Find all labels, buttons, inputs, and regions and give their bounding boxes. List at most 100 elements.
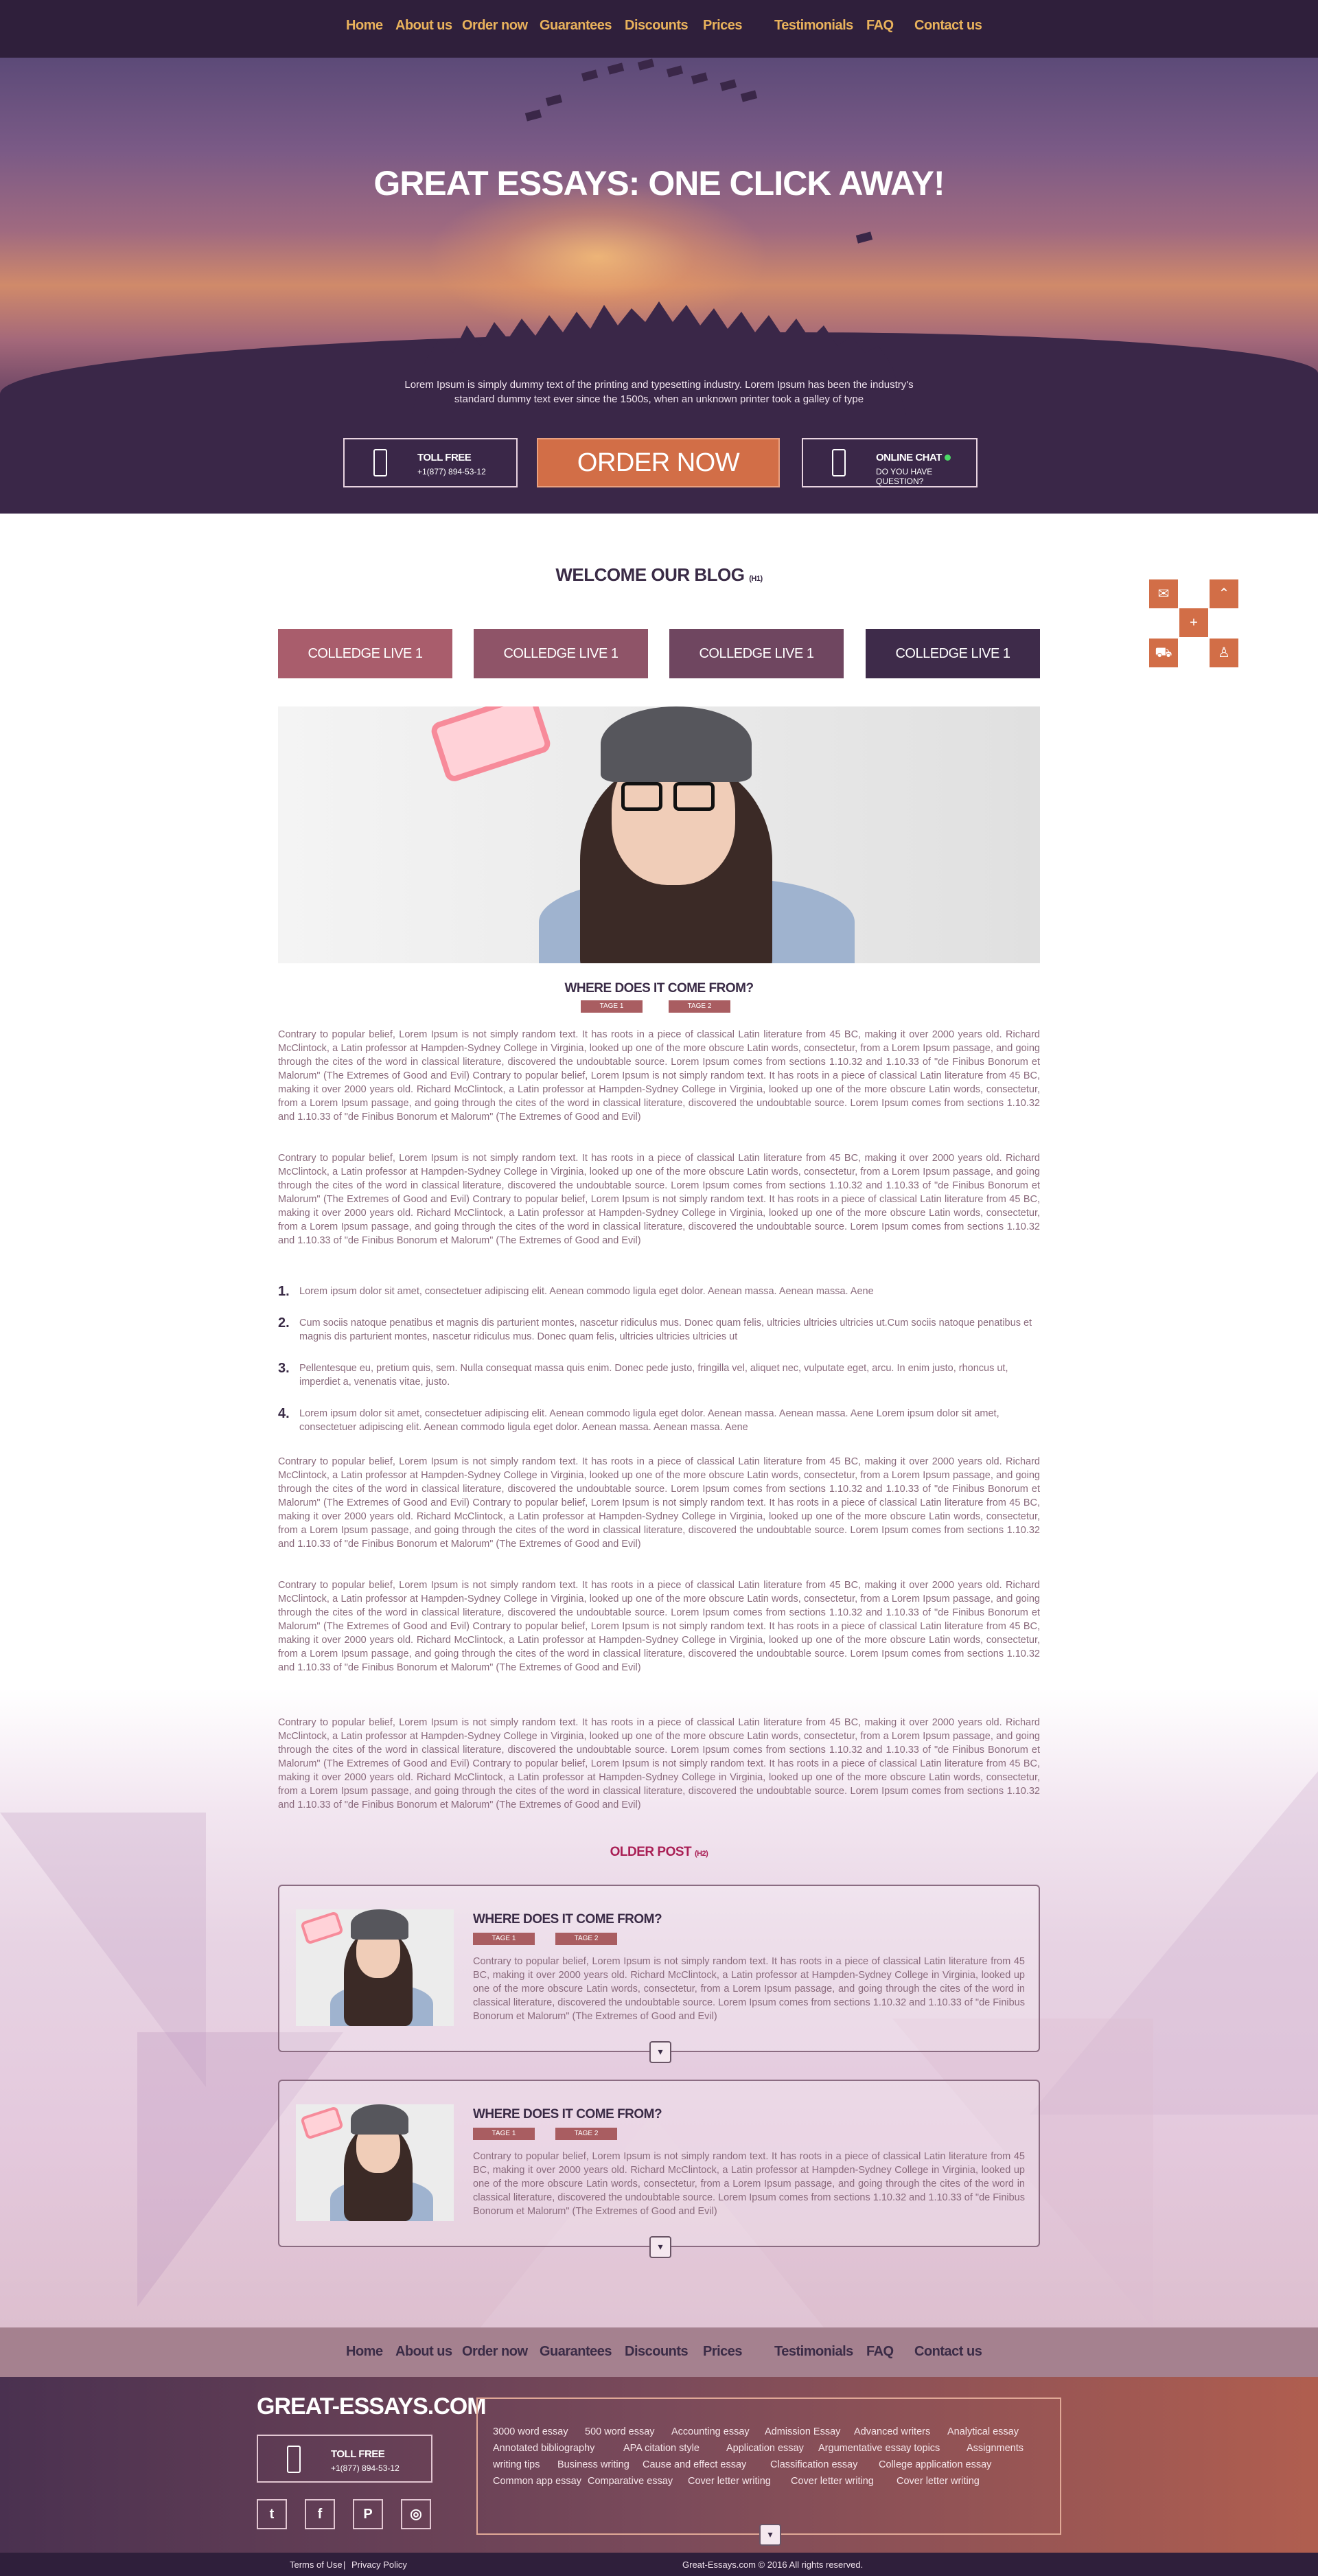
- copyright-text: Great-Essays.com © 2016 All rights reser…: [682, 2560, 864, 2570]
- order-now-button[interactable]: ORDER NOW: [537, 438, 780, 487]
- article-paragraph: Contrary to popular belief, Lorem Ipsum …: [278, 1029, 1040, 1123]
- privacy-link[interactable]: Privacy Policy: [351, 2560, 407, 2570]
- hero-lead-text: Lorem Ipsum is simply dummy text of the …: [404, 379, 914, 405]
- cap-icon: [666, 65, 684, 78]
- post-thumbnail: [296, 2104, 454, 2221]
- footer-link[interactable]: Argumentative essay topics: [818, 2443, 940, 2454]
- footer-nav-testimonials[interactable]: Testimonials: [774, 2344, 853, 2360]
- list-number: 3.: [278, 1361, 290, 1376]
- cap-icon: [740, 90, 758, 102]
- nav-faq[interactable]: FAQ: [866, 18, 894, 34]
- toll-free-number: +1(877) 894-53-12: [331, 2463, 400, 2473]
- tag-badge[interactable]: TAGE 1: [581, 1000, 643, 1013]
- footer-link[interactable]: Business writing: [557, 2459, 629, 2470]
- footer-link[interactable]: APA citation style: [623, 2443, 700, 2454]
- facebook-icon[interactable]: f: [305, 2499, 335, 2529]
- expand-chevron-icon[interactable]: ▾: [649, 2041, 671, 2063]
- footer-link[interactable]: College application essay: [879, 2459, 991, 2470]
- expand-chevron-icon[interactable]: ▾: [759, 2524, 781, 2546]
- online-chat-label: ONLINE CHAT: [876, 452, 951, 463]
- thumb-beanie: [351, 1909, 408, 1940]
- article-paragraph: Contrary to popular belief, Lorem Ipsum …: [278, 1717, 1040, 1810]
- post-excerpt: Contrary to popular belief, Lorem Ipsum …: [473, 1956, 1025, 2022]
- twitter-icon[interactable]: t: [257, 2499, 287, 2529]
- tag-badge[interactable]: TAGE 2: [555, 1933, 617, 1945]
- cap-icon: [691, 72, 708, 84]
- nav-discounts[interactable]: Discounts: [625, 18, 689, 34]
- footer-link[interactable]: Admission Essay: [765, 2426, 840, 2437]
- older-post-card[interactable]: WHERE DOES IT COME FROM? TAGE 1 TAGE 2 C…: [278, 2080, 1040, 2258]
- footer-link[interactable]: Cover letter writing: [688, 2476, 771, 2487]
- top-navigation: Home About us Order now Guarantees Disco…: [0, 0, 1318, 58]
- footer-link[interactable]: 3000 word essay: [493, 2426, 568, 2437]
- nav-order-now[interactable]: Order now: [462, 18, 528, 34]
- list-number: 2.: [278, 1315, 290, 1331]
- footer-link[interactable]: writing tips: [493, 2459, 540, 2470]
- footer-toll-free-box[interactable]: TOLL FREE +1(877) 894-53-12: [257, 2435, 432, 2483]
- footer-nav-order-now[interactable]: Order now: [462, 2344, 528, 2360]
- nav-prices[interactable]: Prices: [703, 18, 743, 34]
- post-thumbnail: [296, 1909, 454, 2026]
- article-title: WHERE DOES IT COME FROM?: [564, 981, 754, 996]
- footer-nav-contact-us[interactable]: Contact us: [914, 2344, 982, 2360]
- online-chat-box[interactable]: ONLINE CHAT DO YOU HAVE QUESTION?: [802, 438, 978, 487]
- footer-link[interactable]: Classification essay: [770, 2459, 857, 2470]
- hero-banner: GREAT ESSAYS: ONE CLICK AWAY! Lorem Ipsu…: [0, 58, 1318, 514]
- thumb-beanie: [351, 2104, 408, 2135]
- cap-icon: [855, 231, 873, 244]
- footer-link[interactable]: Application essay: [726, 2443, 804, 2454]
- instagram-icon[interactable]: ◎: [401, 2499, 431, 2529]
- category-button[interactable]: COLLEDGE LIVE 1: [669, 629, 844, 678]
- footer-nav-home[interactable]: Home: [346, 2344, 383, 2360]
- pinterest-icon[interactable]: P: [353, 2499, 383, 2529]
- footer-nav-about-us[interactable]: About us: [395, 2344, 452, 2360]
- list-number: 4.: [278, 1406, 290, 1421]
- tag-badge[interactable]: TAGE 2: [555, 2128, 617, 2140]
- category-button[interactable]: COLLEDGE LIVE 1: [474, 629, 648, 678]
- tag-badge[interactable]: TAGE 2: [669, 1000, 730, 1013]
- footer-link[interactable]: Analytical essay: [947, 2426, 1019, 2437]
- category-button[interactable]: COLLEDGE LIVE 1: [278, 629, 452, 678]
- footer-links-box: 3000 word essay 500 word essay Accountin…: [476, 2397, 1061, 2546]
- footer-link[interactable]: Advanced writers: [854, 2426, 930, 2437]
- nav-testimonials[interactable]: Testimonials: [774, 18, 853, 34]
- bottom-bar: Terms of Use | Privacy Policy Great-Essa…: [0, 2553, 1318, 2576]
- footer-nav-prices[interactable]: Prices: [703, 2344, 743, 2360]
- toll-free-box[interactable]: TOLL FREE +1(877) 894-53-12: [343, 438, 518, 487]
- footer-link[interactable]: Cover letter writing: [791, 2476, 874, 2487]
- tag-badge[interactable]: TAGE 1: [473, 1933, 535, 1945]
- nav-guarantees[interactable]: Guarantees: [540, 18, 612, 34]
- tag-badge[interactable]: TAGE 1: [473, 2128, 535, 2140]
- footer-link[interactable]: Cover letter writing: [897, 2476, 980, 2487]
- post-title[interactable]: WHERE DOES IT COME FROM?: [473, 2107, 662, 2122]
- footer-nav-guarantees[interactable]: Guarantees: [540, 2344, 612, 2360]
- toll-free-label: TOLL FREE: [331, 2448, 385, 2460]
- footer-link[interactable]: Accounting essay: [671, 2426, 750, 2437]
- footer-link[interactable]: 500 word essay: [585, 2426, 655, 2437]
- footer-link[interactable]: Assignments: [967, 2443, 1024, 2454]
- footer-logo[interactable]: GREAT-ESSAYS.COM: [257, 2393, 487, 2420]
- footer-link[interactable]: Cause and effect essay: [643, 2459, 746, 2470]
- older-post-card[interactable]: WHERE DOES IT COME FROM? TAGE 1 TAGE 2 C…: [278, 1885, 1040, 2063]
- cart-icon[interactable]: ⛟: [1149, 639, 1178, 667]
- nav-home[interactable]: Home: [346, 18, 383, 34]
- expand-chevron-icon[interactable]: ▾: [649, 2236, 671, 2258]
- thumb-phone-icon: [300, 1911, 344, 1945]
- footer-nav-faq[interactable]: FAQ: [866, 2344, 894, 2360]
- photo-beanie: [601, 706, 752, 782]
- nav-contact-us[interactable]: Contact us: [914, 18, 982, 34]
- footer-link[interactable]: Comparative essay: [588, 2476, 673, 2487]
- category-button[interactable]: COLLEDGE LIVE 1: [866, 629, 1040, 678]
- cap-icon: [524, 109, 542, 122]
- footer-nav-discounts[interactable]: Discounts: [625, 2344, 689, 2360]
- cap-icon: [545, 94, 563, 106]
- plus-icon[interactable]: +: [1179, 608, 1208, 637]
- footer-link[interactable]: Annotated bibliography: [493, 2443, 594, 2454]
- post-excerpt: Contrary to popular belief, Lorem Ipsum …: [473, 2151, 1025, 2217]
- post-title[interactable]: WHERE DOES IT COME FROM?: [473, 1912, 662, 1927]
- footer-link[interactable]: Common app essay: [493, 2476, 581, 2487]
- nav-about-us[interactable]: About us: [395, 18, 452, 34]
- terms-link[interactable]: Terms of Use: [290, 2560, 343, 2570]
- user-icon[interactable]: ♙: [1210, 639, 1238, 667]
- glasses-icon: [621, 782, 662, 811]
